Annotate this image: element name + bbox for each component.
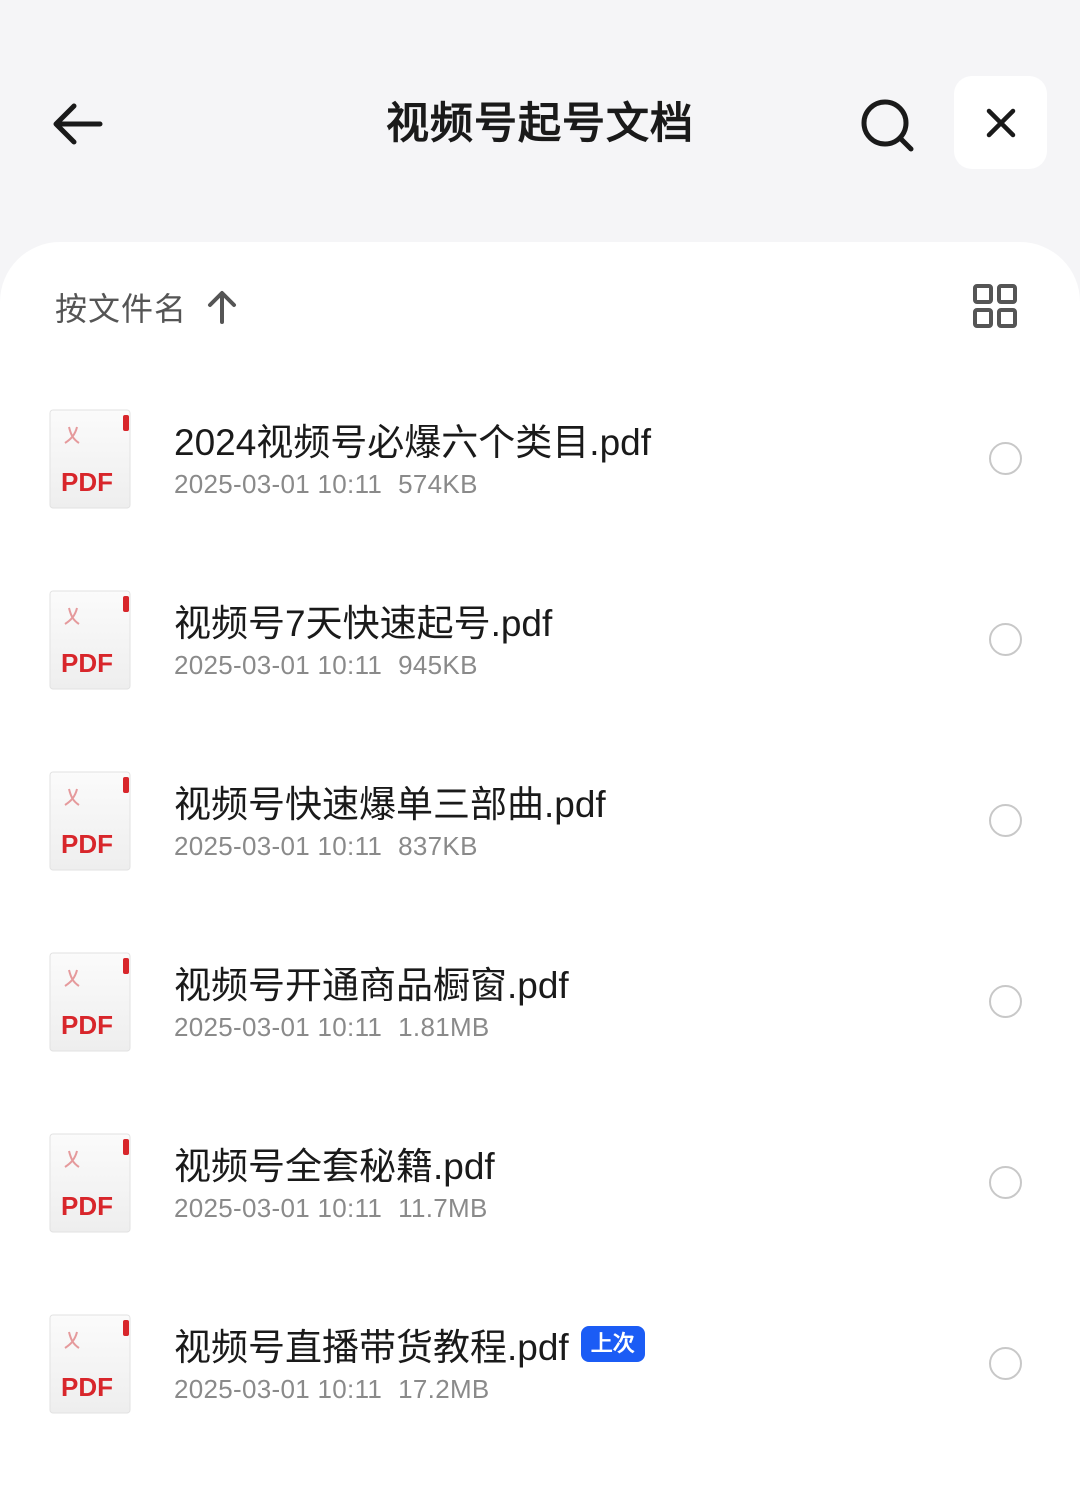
file-list-item[interactable]: PDF 视频号开通商品橱窗.pdf 2025-03-01 10:11 1.81MB	[0, 912, 1080, 1093]
file-list-item[interactable]: PDF 视频号全套秘籍.pdf 2025-03-01 10:11 11.7MB	[0, 1093, 1080, 1274]
file-meta: 2025-03-01 10:11 837KB	[174, 831, 478, 862]
file-name: 2024视频号必爆六个类目.pdf	[174, 407, 651, 471]
file-meta: 2025-03-01 10:11 11.7MB	[174, 1193, 488, 1224]
file-name-text: 视频号全套秘籍.pdf	[174, 1146, 495, 1187]
file-name: 视频号开通商品橱窗.pdf	[174, 950, 569, 1014]
svg-text:PDF: PDF	[61, 1010, 113, 1040]
file-list: PDF 2024视频号必爆六个类目.pdf 2025-03-01 10:11 57…	[0, 369, 1080, 1455]
select-radio[interactable]	[989, 442, 1022, 475]
file-date: 2025-03-01 10:11	[174, 1193, 383, 1223]
svg-text:PDF: PDF	[61, 467, 113, 497]
file-size: 837KB	[398, 831, 478, 861]
sort-control[interactable]: 按文件名	[55, 282, 237, 332]
file-size: 945KB	[398, 650, 478, 680]
pdf-file-icon: PDF	[49, 771, 131, 871]
file-date: 2025-03-01 10:11	[174, 831, 383, 861]
last-opened-badge: 上次	[580, 1326, 645, 1362]
file-date: 2025-03-01 10:11	[174, 650, 383, 680]
file-name: 视频号全套秘籍.pdf	[174, 1131, 495, 1195]
file-date: 2025-03-01 10:11	[174, 1012, 383, 1042]
file-date: 2025-03-01 10:11	[174, 469, 383, 499]
search-button[interactable]	[852, 90, 924, 162]
file-list-item[interactable]: PDF 2024视频号必爆六个类目.pdf 2025-03-01 10:11 57…	[0, 369, 1080, 550]
file-size: 574KB	[398, 469, 478, 499]
arrow-up-icon	[207, 290, 237, 324]
view-toggle-button[interactable]	[970, 282, 1020, 332]
file-list-item[interactable]: PDF 视频号快速爆单三部曲.pdf 2025-03-01 10:11 837KB	[0, 731, 1080, 912]
pdf-file-icon: PDF	[49, 952, 131, 1052]
file-size: 11.7MB	[398, 1193, 488, 1223]
file-date: 2025-03-01 10:11	[174, 1374, 383, 1404]
svg-text:PDF: PDF	[61, 829, 113, 859]
grid-view-icon	[973, 284, 1017, 328]
top-bar: 视频号起号文档	[0, 0, 1080, 250]
file-name-text: 视频号直播带货教程.pdf	[174, 1327, 569, 1368]
file-name-text: 视频号快速爆单三部曲.pdf	[174, 784, 606, 825]
select-radio[interactable]	[989, 1166, 1022, 1199]
file-list-item[interactable]: PDF 视频号7天快速起号.pdf 2025-03-01 10:11 945KB	[0, 550, 1080, 731]
file-list-panel: 按文件名 PDF 2024视频号必爆六个类目.pdf 2025-03-01 10…	[0, 242, 1080, 1493]
file-meta: 2025-03-01 10:11 17.2MB	[174, 1374, 490, 1405]
file-meta: 2025-03-01 10:11 574KB	[174, 469, 478, 500]
file-name-text: 视频号开通商品橱窗.pdf	[174, 965, 569, 1006]
svg-text:PDF: PDF	[61, 1372, 113, 1402]
file-name: 视频号直播带货教程.pdf 上次	[174, 1312, 645, 1376]
select-radio[interactable]	[989, 804, 1022, 837]
file-name-text: 视频号7天快速起号.pdf	[174, 603, 553, 644]
file-name: 视频号快速爆单三部曲.pdf	[174, 769, 606, 833]
file-meta: 2025-03-01 10:11 945KB	[174, 650, 478, 681]
pdf-file-icon: PDF	[49, 409, 131, 509]
svg-text:PDF: PDF	[61, 648, 113, 678]
search-icon	[861, 99, 914, 152]
select-radio[interactable]	[989, 1347, 1022, 1380]
select-radio[interactable]	[989, 623, 1022, 656]
pdf-file-icon: PDF	[49, 1133, 131, 1233]
pdf-file-icon: PDF	[49, 590, 131, 690]
file-size: 17.2MB	[398, 1374, 490, 1404]
file-list-item[interactable]: PDF 视频号直播带货教程.pdf 上次 2025-03-01 10:11 17.…	[0, 1274, 1080, 1455]
file-size: 1.81MB	[398, 1012, 490, 1042]
file-name: 视频号7天快速起号.pdf	[174, 588, 552, 652]
file-meta: 2025-03-01 10:11 1.81MB	[174, 1012, 490, 1043]
select-radio[interactable]	[989, 985, 1022, 1018]
close-icon	[986, 108, 1015, 137]
svg-text:PDF: PDF	[61, 1191, 113, 1221]
file-name-text: 2024视频号必爆六个类目.pdf	[174, 422, 652, 463]
sort-label: 按文件名	[55, 291, 188, 327]
close-button[interactable]	[954, 76, 1047, 169]
pdf-file-icon: PDF	[49, 1314, 131, 1414]
